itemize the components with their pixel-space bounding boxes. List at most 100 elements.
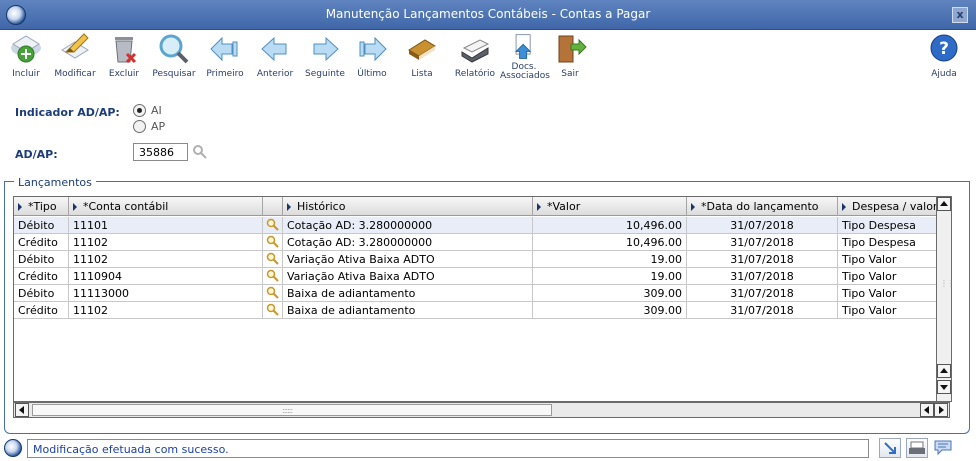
table-row[interactable]: Crédito 11102 Cotação AD: 3.280000000 10,49… [14, 234, 949, 251]
cell-tipo[interactable]: Débito [14, 217, 69, 234]
cell-lookup[interactable] [263, 217, 283, 234]
cell-despesa[interactable]: Tipo Valor [838, 268, 949, 285]
cell-despesa[interactable]: Tipo Valor [838, 251, 949, 268]
cell-historico[interactable]: Variação Ativa Baixa ADTO [283, 268, 533, 285]
ultimo-button[interactable]: Último [352, 32, 392, 86]
cell-tipo[interactable]: Débito [14, 251, 69, 268]
table-row[interactable]: Débito 11102 Variação Ativa Baixa ADTO 19.0… [14, 251, 949, 268]
next-icon [313, 36, 339, 62]
cell-lookup[interactable] [263, 302, 283, 319]
lookup-search-icon[interactable] [266, 286, 280, 300]
cell-valor[interactable]: 10,496.00 [533, 234, 687, 251]
relatorio-button[interactable]: Relatório [453, 32, 497, 86]
cell-lookup[interactable] [263, 251, 283, 268]
cell-conta[interactable]: 11102 [69, 234, 263, 251]
cell-tipo[interactable]: Crédito [14, 268, 69, 285]
cell-valor[interactable]: 10,496.00 [533, 217, 687, 234]
cell-data[interactable]: 31/07/2018 [687, 268, 838, 285]
cell-historico[interactable]: Cotação AD: 3.280000000 [283, 217, 533, 234]
cell-valor[interactable]: 309.00 [533, 285, 687, 302]
table-row[interactable]: Crédito 1110904 Variação Ativa Baixa ADTO 1… [14, 268, 949, 285]
cell-lookup[interactable] [263, 268, 283, 285]
adap-field[interactable]: 35886 [133, 143, 188, 161]
arrow-left-icon [19, 406, 24, 414]
vertical-scrollbar[interactable]: ⋮⋮ [936, 196, 955, 402]
table-row[interactable]: Débito 11113000 Baixa de adiantamento 309.0… [14, 285, 949, 302]
excluir-button[interactable]: Excluir [106, 32, 142, 86]
cell-conta[interactable]: 11102 [69, 302, 263, 319]
cell-data[interactable]: 31/07/2018 [687, 251, 838, 268]
cell-valor[interactable]: 19.00 [533, 268, 687, 285]
column-header-conta[interactable]: *Conta contábil [69, 197, 263, 216]
docs-associados-button[interactable]: Docs. Associados [500, 32, 550, 86]
column-header-tipo[interactable]: *Tipo [14, 197, 69, 216]
cell-conta[interactable]: 11101 [69, 217, 263, 234]
ajuda-button[interactable]: ? Ajuda [924, 32, 964, 86]
cell-conta[interactable]: 1110904 [69, 268, 263, 285]
cell-lookup[interactable] [263, 285, 283, 302]
scroll-up-button-2[interactable] [937, 364, 951, 378]
table-row[interactable]: Débito 11101 Cotação AD: 3.280000000 10,496… [14, 217, 949, 234]
scroll-left-button[interactable] [15, 403, 29, 417]
cell-tipo[interactable]: Crédito [14, 302, 69, 319]
sair-button[interactable]: Sair [552, 32, 588, 86]
anterior-button[interactable]: Anterior [255, 32, 295, 86]
radio-ai[interactable] [133, 104, 146, 117]
chat-button[interactable] [933, 438, 955, 458]
column-header-data[interactable]: *Data do lançamento [687, 197, 838, 216]
table-header: *Tipo *Conta contábil Histórico *Valor *… [14, 197, 949, 216]
cell-lookup[interactable] [263, 234, 283, 251]
scroll-left-button-2[interactable] [920, 403, 934, 417]
pesquisar-label: Pesquisar [152, 69, 196, 79]
incluir-label: Incluir [12, 69, 40, 79]
print-status-button[interactable] [906, 438, 928, 458]
cell-tipo[interactable]: Débito [14, 285, 69, 302]
cell-despesa[interactable]: Tipo Despesa [838, 217, 949, 234]
lookup-search-icon[interactable] [266, 303, 280, 317]
scroll-right-button[interactable] [934, 403, 948, 417]
scroll-up-button[interactable] [937, 197, 951, 211]
printer-icon [909, 441, 925, 454]
cell-data[interactable]: 31/07/2018 [687, 302, 838, 319]
cell-despesa[interactable]: Tipo Despesa [838, 234, 949, 251]
incluir-button[interactable]: Incluir [6, 32, 46, 86]
horizontal-scrollbar[interactable]: :::::: [13, 402, 950, 418]
column-header-historico[interactable]: Histórico [283, 197, 533, 216]
pesquisar-button[interactable]: Pesquisar [150, 32, 198, 86]
cell-despesa[interactable]: Tipo Valor [838, 302, 949, 319]
seguinte-button[interactable]: Seguinte [304, 32, 346, 86]
cell-data[interactable]: 31/07/2018 [687, 285, 838, 302]
close-button[interactable]: x [952, 7, 968, 23]
lookup-search-icon[interactable] [192, 144, 208, 160]
column-header-valor[interactable]: *Valor [533, 197, 687, 216]
cell-historico[interactable]: Cotação AD: 3.280000000 [283, 234, 533, 251]
scroll-down-button[interactable] [937, 380, 951, 394]
cell-conta[interactable]: 11113000 [69, 285, 263, 302]
radio-ap[interactable] [133, 120, 146, 133]
cell-conta[interactable]: 11102 [69, 251, 263, 268]
chat-icon [934, 440, 952, 456]
cell-data[interactable]: 31/07/2018 [687, 234, 838, 251]
cell-valor[interactable]: 19.00 [533, 251, 687, 268]
cell-data[interactable]: 31/07/2018 [687, 217, 838, 234]
column-header-despesa[interactable]: Despesa / valor [838, 197, 949, 216]
toolbar: Incluir Modificar Excluir Pesquisar Prim… [0, 30, 976, 88]
cell-despesa[interactable]: Tipo Valor [838, 285, 949, 302]
cell-historico[interactable]: Baixa de adiantamento [283, 302, 533, 319]
lista-button[interactable]: Lista [402, 32, 442, 86]
cell-valor[interactable]: 309.00 [533, 302, 687, 319]
indicator-label: Indicador AD/AP: [15, 106, 120, 119]
expand-button[interactable] [879, 438, 901, 458]
lookup-search-icon[interactable] [266, 218, 280, 232]
radio-ap-label: AP [151, 120, 166, 133]
lookup-search-icon[interactable] [266, 252, 280, 266]
lookup-search-icon[interactable] [266, 269, 280, 283]
lookup-search-icon[interactable] [266, 235, 280, 249]
cell-tipo[interactable]: Crédito [14, 234, 69, 251]
modificar-button[interactable]: Modificar [52, 32, 98, 86]
primeiro-button[interactable]: Primeiro [204, 32, 246, 86]
cell-historico[interactable]: Variação Ativa Baixa ADTO [283, 251, 533, 268]
table-row[interactable]: Crédito 11102 Baixa de adiantamento 309.00 3… [14, 302, 949, 319]
cell-historico[interactable]: Baixa de adiantamento [283, 285, 533, 302]
edit-icon [61, 33, 89, 59]
